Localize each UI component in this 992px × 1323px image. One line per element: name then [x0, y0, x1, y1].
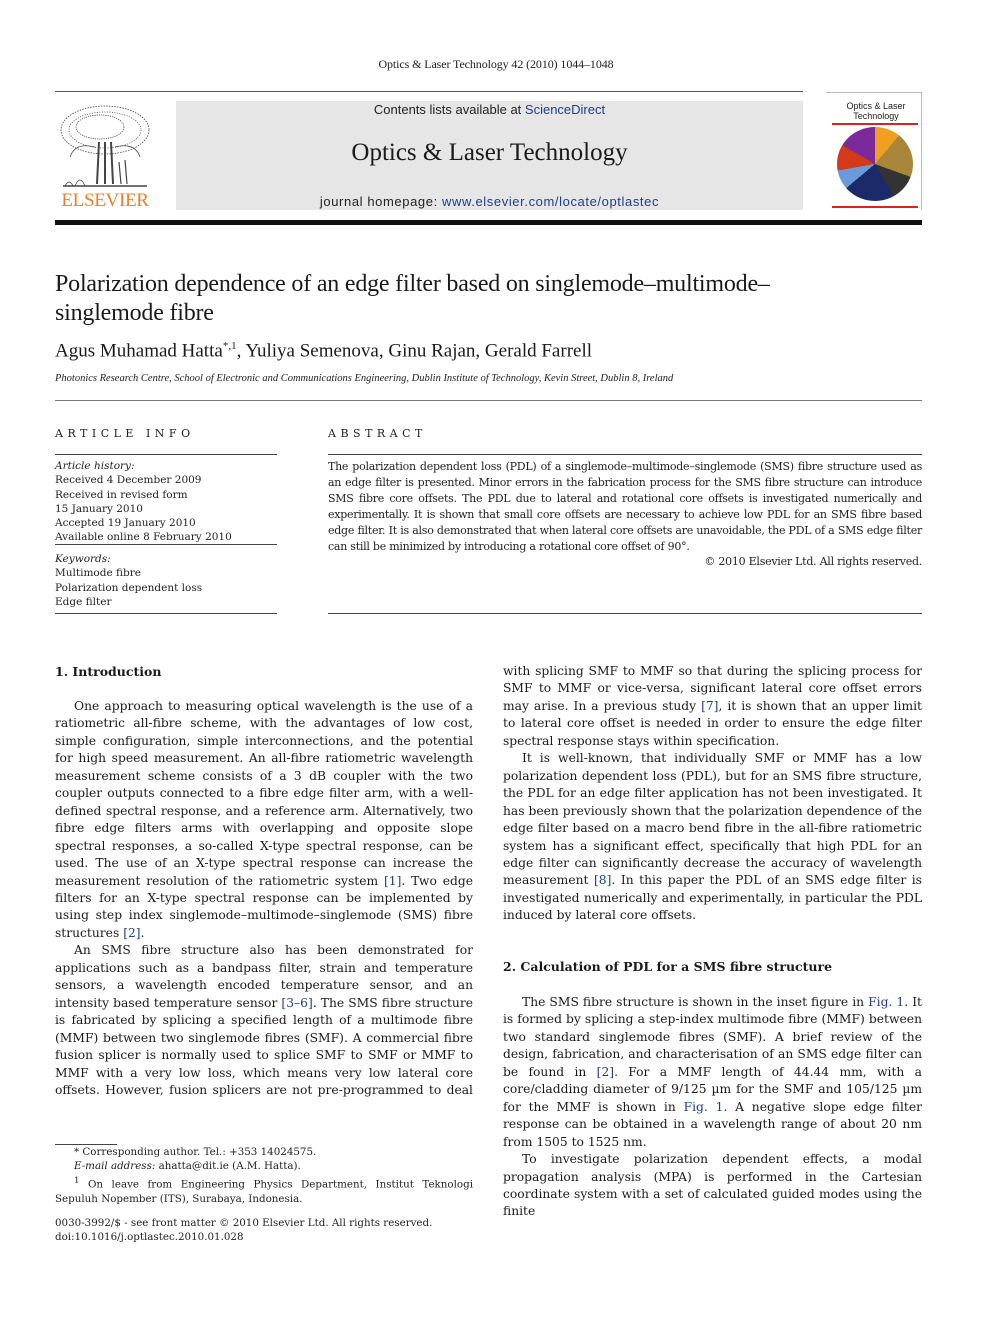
citation-link[interactable]: [8]	[594, 873, 611, 887]
journal-name: Optics & Laser Technology	[351, 139, 628, 166]
journal-cover-thumbnail: Optics & Laser Technology	[826, 92, 922, 210]
text-run: The SMS fibre structure is shown in the …	[522, 995, 869, 1009]
citation-link[interactable]: [7]	[701, 699, 718, 713]
history-item: Received 4 December 2009	[55, 474, 202, 487]
footnote-text: On leave from Engineering Physics Depart…	[55, 1178, 473, 1205]
article-info-label: ARTICLE INFO	[55, 427, 195, 440]
paragraph: It is well-known, that individually SMF …	[503, 750, 922, 925]
author-list: Agus Muhamad Hatta*,1, Yuliya Semenova, …	[55, 340, 922, 362]
issn-line: 0030-3992/$ - see front matter © 2010 El…	[55, 1217, 433, 1229]
top-rule	[55, 91, 803, 92]
history-item: 15 January 2010	[55, 502, 143, 515]
email-address[interactable]: ahatta@dit.ie (A.M. Hatta).	[155, 1160, 301, 1172]
abstract-rule-bottom	[328, 613, 922, 614]
cover-bottom-redline	[832, 206, 918, 208]
figure-link[interactable]: Fig. 1	[868, 995, 904, 1009]
homepage-prefix: journal homepage:	[319, 194, 443, 209]
keyword-item: Polarization dependent loss	[55, 581, 203, 594]
paper-title: Polarization dependence of an edge filte…	[55, 270, 922, 328]
citation-link[interactable]: [1]	[384, 874, 401, 888]
history-item: Available online 8 February 2010	[55, 531, 232, 544]
section-2-heading: 2. Calculation of PDL for a SMS fibre st…	[503, 959, 833, 974]
text-run: .	[140, 925, 145, 940]
paper-title-line2: singlemode fibre	[55, 300, 214, 326]
left-column-body: One approach to measuring optical wavele…	[55, 698, 473, 1099]
abstract: The polarization dependent loss (PDL) of…	[328, 459, 922, 570]
cover-title-line2: Technology	[853, 111, 899, 121]
section-2-body: The SMS fibre structure is shown in the …	[503, 994, 922, 1221]
paragraph: The SMS fibre structure is shown in the …	[503, 994, 922, 1151]
keywords-label: Keywords:	[55, 553, 111, 565]
abstract-label: ABSTRACT	[328, 427, 427, 440]
running-head: Optics & Laser Technology 42 (2010) 1044…	[378, 57, 614, 71]
article-info-rule-top	[55, 454, 277, 455]
article-info-rule-bottom	[55, 613, 277, 614]
affiliation: Photonics Research Centre, School of Ele…	[55, 373, 674, 384]
corresponding-author-note: * Corresponding author. Tel.: +353 14024…	[74, 1146, 317, 1158]
citation-link[interactable]: [2]	[123, 926, 140, 940]
elsevier-wordmark: ELSEVIER	[61, 190, 149, 211]
issn-block: 0030-3992/$ - see front matter © 2010 El…	[55, 1216, 473, 1245]
figure-link[interactable]: Fig. 1	[684, 1100, 724, 1114]
paragraph: One approach to measuring optical wavele…	[55, 698, 473, 942]
paragraph: To investigate polarization dependent ef…	[503, 1152, 922, 1219]
keyword-item: Multimode fibre	[55, 567, 141, 580]
text-run: It is well-known, that individually SMF …	[503, 751, 922, 888]
article-info-rule-mid	[55, 544, 277, 545]
citation-link[interactable]: [3–6]	[281, 996, 312, 1010]
cover-image-disc	[837, 127, 913, 201]
text-run: One approach to measuring optical wavele…	[55, 699, 473, 888]
journal-homepage-link[interactable]: www.elsevier.com/locate/optlastec	[442, 194, 659, 209]
email-note: E-mail address: ahatta@dit.ie (A.M. Hatt…	[55, 1159, 473, 1173]
cover-title: Optics & Laser Technology	[832, 101, 920, 121]
author-primary[interactable]: Agus Muhamad Hatta	[55, 340, 223, 361]
cover-top-redline	[832, 123, 918, 125]
abstract-rule-top	[328, 454, 922, 455]
history-item: Received in revised form	[55, 488, 188, 501]
keyword-item: Edge filter	[55, 595, 112, 608]
affiliation-note: 1 On leave from Engineering Physics Depa…	[55, 1174, 473, 1206]
tree-icon	[60, 105, 150, 187]
abstract-text: The polarization dependent loss (PDL) of…	[328, 460, 922, 553]
author-coauthors[interactable]: , Yuliya Semenova, Ginu Rajan, Gerald Fa…	[237, 340, 592, 361]
section-1-heading: 1. Introduction	[55, 664, 162, 679]
history-label: Article history:	[55, 460, 135, 472]
contents-prefix: Contents lists available at	[373, 102, 525, 117]
article-history: Article history: Received 4 December 200…	[55, 459, 277, 545]
text-run: . The SMS fibre structure is fabricated …	[55, 995, 473, 1097]
contents-line: Contents lists available at ScienceDirec…	[176, 102, 803, 117]
paper-title-line1: Polarization dependence of an edge filte…	[55, 271, 770, 297]
author-footnote-marks[interactable]: *,1	[223, 340, 237, 352]
history-item: Accepted 19 January 2010	[55, 517, 196, 530]
doi-line[interactable]: doi:10.1016/j.optlastec.2010.01.028	[55, 1230, 473, 1244]
header-heavy-rule	[55, 220, 922, 225]
title-divider	[55, 400, 922, 401]
keywords: Keywords: Multimode fibre Polarization d…	[55, 552, 277, 609]
right-column-body: with splicing SMF to MMF so that during …	[503, 663, 922, 925]
homepage-line: journal homepage: www.elsevier.com/locat…	[176, 194, 803, 209]
abstract-copyright: © 2010 Elsevier Ltd. All rights reserved…	[704, 555, 922, 569]
paragraph-continued: with splicing SMF to MMF so that during …	[503, 663, 922, 750]
citation-link[interactable]: [2]	[597, 1065, 614, 1079]
paragraph: An SMS fibre structure also has been dem…	[55, 942, 473, 1099]
footnotes: * Corresponding author. Tel.: +353 14024…	[55, 1145, 473, 1206]
sciencedirect-link[interactable]: ScienceDirect	[525, 102, 605, 117]
email-label: E-mail address:	[74, 1160, 156, 1173]
cover-title-line1: Optics & Laser	[846, 101, 906, 111]
